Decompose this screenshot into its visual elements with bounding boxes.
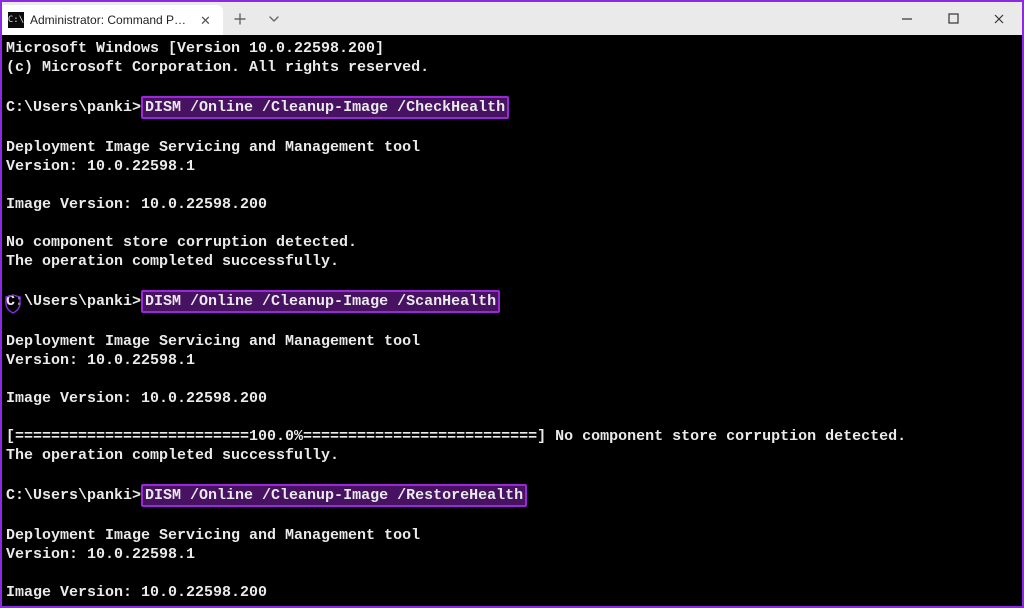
terminal-prompt-line: C:\Users\panki>DISM /Online /Cleanup-Ima… <box>6 96 1018 119</box>
tab-command-prompt[interactable]: C:\ Administrator: Command Prom ✕ <box>2 5 223 35</box>
tab-title: Administrator: Command Prom <box>30 13 190 27</box>
terminal-line: The operation completed successfully. <box>6 252 1018 271</box>
terminal-line: Deployment Image Servicing and Managemen… <box>6 526 1018 545</box>
terminal-line <box>6 370 1018 389</box>
close-button[interactable] <box>976 2 1022 35</box>
terminal-line: Deployment Image Servicing and Managemen… <box>6 138 1018 157</box>
highlighted-command: DISM /Online /Cleanup-Image /ScanHealth <box>141 290 500 313</box>
terminal-line: Version: 10.0.22598.1 <box>6 157 1018 176</box>
highlighted-command: DISM /Online /Cleanup-Image /CheckHealth <box>141 96 509 119</box>
terminal-line: Microsoft Windows [Version 10.0.22598.20… <box>6 39 1018 58</box>
terminal-line: Image Version: 10.0.22598.200 <box>6 583 1018 602</box>
titlebar: C:\ Administrator: Command Prom ✕ <box>2 2 1022 35</box>
terminal-line <box>6 507 1018 526</box>
terminal-line: No component store corruption detected. <box>6 233 1018 252</box>
terminal-line: Version: 10.0.22598.1 <box>6 351 1018 370</box>
terminal-prompt-line: C:\Users\panki>DISM /Online /Cleanup-Ima… <box>6 484 1018 507</box>
app-window: C:\ Administrator: Command Prom ✕ Micros… <box>0 0 1024 608</box>
new-tab-button[interactable] <box>223 2 257 35</box>
terminal-line: (c) Microsoft Corporation. All rights re… <box>6 58 1018 77</box>
terminal-line: Image Version: 10.0.22598.200 <box>6 195 1018 214</box>
terminal-line <box>6 408 1018 427</box>
terminal-line: Image Version: 10.0.22598.200 <box>6 389 1018 408</box>
terminal-line <box>6 564 1018 583</box>
terminal-line <box>6 313 1018 332</box>
terminal-line <box>6 271 1018 290</box>
terminal-line <box>6 119 1018 138</box>
maximize-button[interactable] <box>930 2 976 35</box>
terminal-line <box>6 465 1018 484</box>
terminal-prompt-line: C:\Users\panki>DISM /Online /Cleanup-Ima… <box>6 290 1018 313</box>
terminal-line: Deployment Image Servicing and Managemen… <box>6 332 1018 351</box>
terminal-line <box>6 176 1018 195</box>
terminal-line: The operation completed successfully. <box>6 446 1018 465</box>
tab-close-button[interactable]: ✕ <box>196 14 215 27</box>
terminal-line <box>6 77 1018 96</box>
terminal-output[interactable]: Microsoft Windows [Version 10.0.22598.20… <box>2 35 1022 606</box>
highlighted-command: DISM /Online /Cleanup-Image /RestoreHeal… <box>141 484 527 507</box>
terminal-line <box>6 214 1018 233</box>
terminal-line: [==========================100.0%=======… <box>6 427 1018 446</box>
terminal-icon: C:\ <box>8 12 24 28</box>
terminal-line: Version: 10.0.22598.1 <box>6 545 1018 564</box>
shield-icon <box>4 294 22 314</box>
terminal-line <box>6 602 1018 606</box>
titlebar-drag-area[interactable] <box>291 2 884 35</box>
tab-dropdown-button[interactable] <box>257 2 291 35</box>
minimize-button[interactable] <box>884 2 930 35</box>
